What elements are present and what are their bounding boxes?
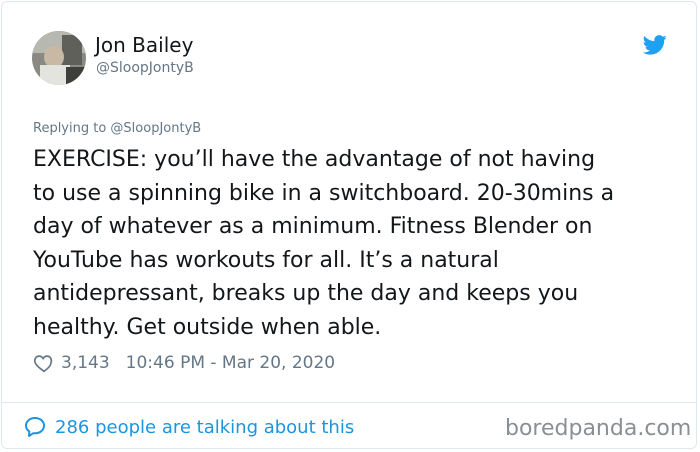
timestamp[interactable]: 10:46 PM - Mar 20, 2020 [126,353,335,373]
avatar-photo [32,31,86,85]
speech-bubble-icon [25,417,45,437]
author-name[interactable]: Jon Bailey [95,33,193,57]
tweet-text: EXERCISE: you’ll have the advantage of n… [33,147,615,340]
talking-count-text: 286 people are talking about this [55,416,355,438]
divider [1,402,697,403]
twitter-bird-icon[interactable] [643,35,667,55]
conversation-link[interactable]: 286 people are talking about this [23,414,354,440]
author-handle[interactable]: @SloopJontyB [96,60,194,76]
like-count[interactable]: 3,143 [61,353,110,373]
watermark: boredpanda.com [505,416,692,441]
replying-to[interactable]: Replying to @SloopJontyB [33,121,201,136]
avatar[interactable] [32,31,86,85]
heart-icon[interactable] [33,352,55,374]
tweet-meta: 3,143 10:46 PM - Mar 20, 2020 [33,351,335,375]
